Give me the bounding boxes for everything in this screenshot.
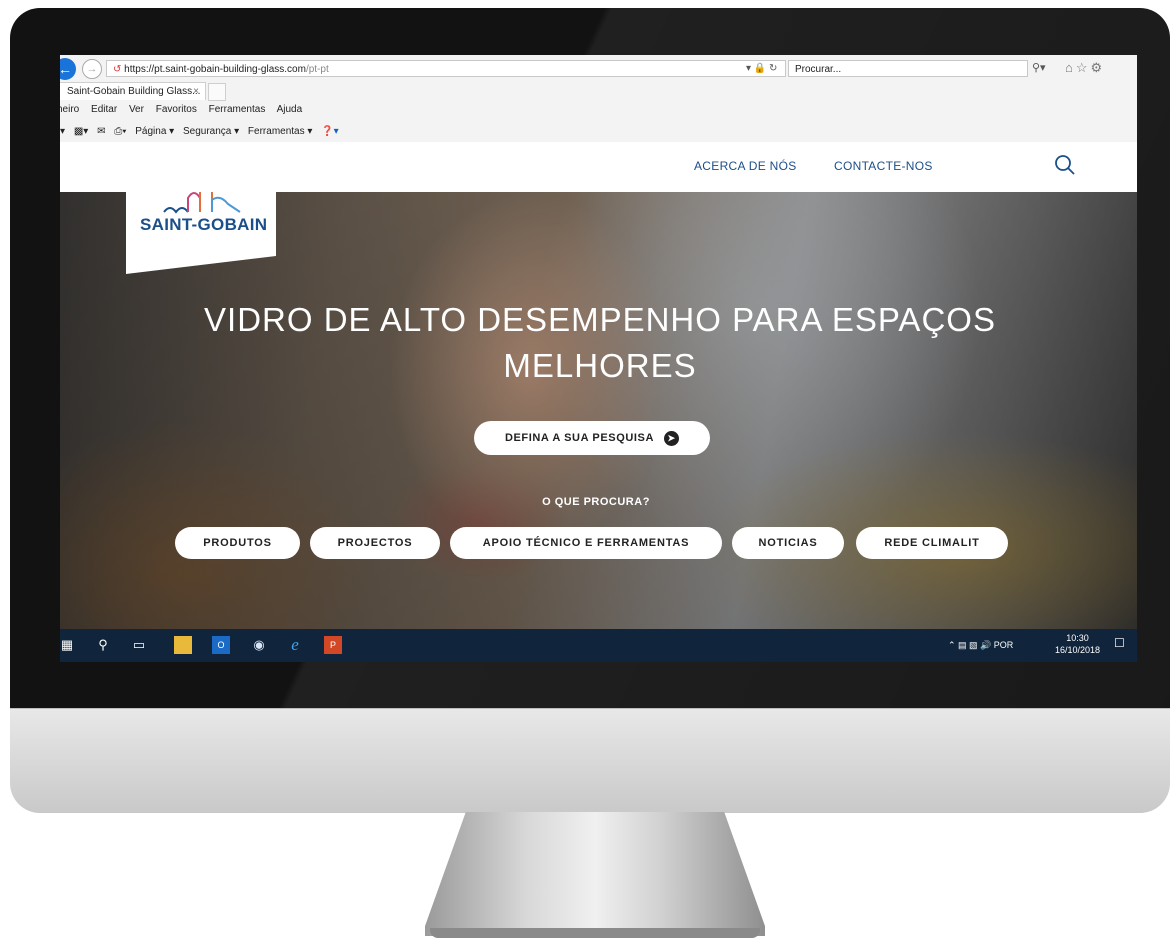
- logo-text: SAINT-GOBAIN: [140, 215, 268, 234]
- category-climalit-button[interactable]: REDE CLIMALIT: [856, 527, 1008, 559]
- url-path: /pt-pt: [305, 64, 329, 75]
- address-actions[interactable]: ▾ 🔒 ↻: [746, 60, 777, 77]
- menu-item-favorites[interactable]: Favoritos: [156, 104, 197, 115]
- nav-about-link[interactable]: ACERCA DE NÓS: [694, 159, 797, 173]
- monitor-stand: [425, 812, 765, 936]
- logo-mark-icon: [163, 192, 241, 214]
- command-bar: ⌂▾ ▩▾ ✉ ⎙▾ Página ▾ Segurança ▾ Ferramen…: [60, 126, 345, 137]
- menu-item-edit[interactable]: Editar: [91, 104, 117, 115]
- task-view-icon[interactable]: ▭: [130, 636, 148, 654]
- menu-bar: cheiro Editar Ver Favoritos Ferramentas …: [60, 104, 311, 115]
- browser-search-input[interactable]: Procurar...: [788, 60, 1028, 77]
- question-heading: O QUE PROCURA?: [542, 496, 650, 508]
- file-explorer-icon[interactable]: [174, 636, 192, 654]
- feeds-icon[interactable]: ▩▾: [74, 126, 88, 137]
- tools-menu[interactable]: Ferramentas ▾: [248, 126, 312, 137]
- home-favorites-settings-icons[interactable]: ⌂☆⚙: [1065, 59, 1105, 77]
- menu-item-file[interactable]: cheiro: [60, 104, 79, 115]
- language-indicator[interactable]: POR: [994, 640, 1014, 650]
- cta-label: DEFINA A SUA PESQUISA: [504, 432, 655, 444]
- paint-icon[interactable]: ◉: [250, 636, 268, 654]
- monitor-stand-base: [430, 928, 760, 938]
- notification-icon[interactable]: ☐: [1114, 636, 1125, 650]
- category-support-button[interactable]: APOIO TÉCNICO E FERRAMENTAS: [450, 527, 722, 559]
- hero-banner: SAINT-GOBAIN VIDRO DE ALTO DESEMPENHO PA…: [60, 192, 1137, 629]
- menu-item-view[interactable]: Ver: [129, 104, 144, 115]
- url-main: https://pt.saint-gobain-building-glass.c…: [124, 64, 306, 75]
- internet-explorer-icon[interactable]: e: [286, 636, 304, 654]
- powerpoint-icon[interactable]: P: [324, 636, 342, 654]
- safety-menu[interactable]: Segurança ▾: [183, 126, 239, 137]
- mail-icon[interactable]: ✉: [97, 126, 105, 137]
- search-icon[interactable]: ⚲: [94, 636, 112, 654]
- category-products-button[interactable]: PRODUTOS: [175, 527, 300, 559]
- category-projects-button[interactable]: PROJECTOS: [310, 527, 440, 559]
- clock-date: 16/10/2018: [1055, 645, 1101, 655]
- search-placeholder: Procurar...: [795, 64, 842, 75]
- clock[interactable]: 10:30 16/10/2018: [1055, 632, 1100, 656]
- taskbar: ▦ ⚲ ▭ O ◉ e P ⌃ ▤ ▧ 🔊 POR 10:30 16/10/20…: [60, 629, 1137, 662]
- arrow-right-icon: ➤: [664, 430, 680, 446]
- browser-chrome: ← → ↺ https://pt.saint-gobain-building-g…: [60, 55, 1137, 200]
- site-header: ACERCA DE NÓS CONTACTE-NOS: [60, 142, 1137, 192]
- system-tray[interactable]: ⌃ ▤ ▧ 🔊 POR: [948, 633, 1013, 657]
- print-icon[interactable]: ⎙▾: [114, 126, 126, 137]
- forward-button[interactable]: →: [82, 59, 102, 79]
- define-search-button[interactable]: DEFINA A SUA PESQUISA ➤: [474, 421, 710, 455]
- hero-title: VIDRO DE ALTO DESEMPENHO PARA ESPAÇOS ME…: [204, 301, 996, 384]
- search-icon[interactable]: ⚲▾: [1032, 60, 1046, 77]
- windows-start-icon[interactable]: ▦: [60, 636, 76, 654]
- address-bar[interactable]: ↺ https://pt.saint-gobain-building-glass…: [106, 60, 786, 77]
- monitor-chin: [10, 708, 1170, 813]
- clock-time: 10:30: [1066, 633, 1089, 643]
- home-icon[interactable]: ⌂▾: [60, 126, 65, 137]
- search-icon[interactable]: [1054, 154, 1076, 176]
- help-icon[interactable]: ❓▾: [321, 126, 338, 137]
- lock-arrow-icon: ↺: [113, 64, 122, 75]
- new-tab-button[interactable]: [208, 83, 226, 101]
- category-news-button[interactable]: NOTICIAS: [732, 527, 844, 559]
- browser-tab[interactable]: Saint-Gobain Building Glass... ×: [60, 82, 206, 100]
- page-menu[interactable]: Página ▾: [135, 126, 174, 137]
- outlook-icon[interactable]: O: [212, 636, 230, 654]
- nav-contact-link[interactable]: CONTACTE-NOS: [834, 159, 933, 173]
- menu-item-help[interactable]: Ajuda: [277, 104, 303, 115]
- screen: ← → ↺ https://pt.saint-gobain-building-g…: [60, 55, 1137, 662]
- back-button[interactable]: ←: [60, 58, 76, 80]
- tab-title: Saint-Gobain Building Glass...: [67, 86, 201, 97]
- menu-item-tools[interactable]: Ferramentas: [209, 104, 266, 115]
- close-icon[interactable]: ×: [193, 83, 199, 101]
